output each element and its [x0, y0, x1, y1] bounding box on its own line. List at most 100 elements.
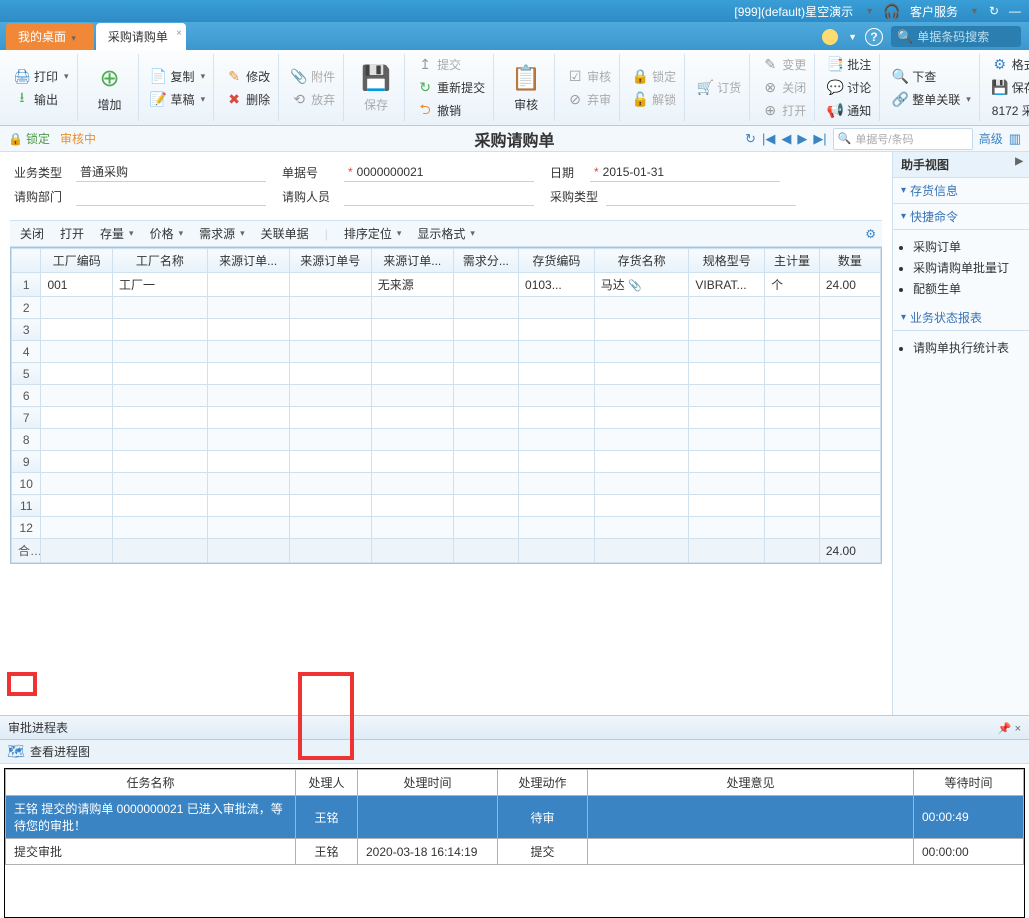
table-cell[interactable]: [207, 363, 289, 385]
rownum-cell[interactable]: 5: [12, 363, 41, 385]
table-cell[interactable]: [453, 363, 518, 385]
table-cell[interactable]: [289, 273, 371, 297]
table-row[interactable]: 8: [12, 429, 881, 451]
minimize-icon[interactable]: —: [1009, 4, 1021, 18]
rownum-cell[interactable]: 7: [12, 407, 41, 429]
col-src-order-no[interactable]: 来源订单号: [289, 249, 371, 273]
table-cell[interactable]: [371, 363, 453, 385]
table-row[interactable]: 11: [12, 495, 881, 517]
table-cell[interactable]: [207, 429, 289, 451]
table-cell[interactable]: [819, 297, 880, 319]
table-cell[interactable]: [207, 319, 289, 341]
table-row[interactable]: 6: [12, 385, 881, 407]
customer-service-link[interactable]: 客户服务: [910, 3, 958, 20]
table-cell[interactable]: [453, 297, 518, 319]
table-cell[interactable]: [453, 319, 518, 341]
table-cell[interactable]: [289, 407, 371, 429]
col-demand[interactable]: 需求分...: [453, 249, 518, 273]
table-cell[interactable]: [689, 297, 765, 319]
table-row[interactable]: 2: [12, 297, 881, 319]
table-cell[interactable]: [371, 517, 453, 539]
appr-col-person[interactable]: 处理人: [296, 770, 358, 796]
table-cell[interactable]: [453, 429, 518, 451]
table-cell[interactable]: 工厂一: [112, 273, 207, 297]
appr-col-time[interactable]: 处理时间: [358, 770, 498, 796]
rownum-cell[interactable]: 4: [12, 341, 41, 363]
table-cell[interactable]: [594, 407, 689, 429]
col-factory-code[interactable]: 工厂编码: [41, 249, 113, 273]
table-cell[interactable]: [453, 473, 518, 495]
print-button[interactable]: 🖨打印▾: [10, 66, 73, 87]
table-cell[interactable]: [819, 495, 880, 517]
table-cell[interactable]: [207, 273, 289, 297]
doc-no-value[interactable]: *0000000021: [344, 162, 534, 182]
table-cell[interactable]: [519, 517, 595, 539]
table-cell[interactable]: [289, 341, 371, 363]
last-icon[interactable]: ▶|: [813, 131, 826, 147]
table-cell[interactable]: [594, 451, 689, 473]
approve-list-button[interactable]: ☑审核: [563, 66, 615, 87]
discard-button[interactable]: ⟲放弃: [287, 89, 339, 110]
table-cell[interactable]: [819, 319, 880, 341]
table-cell[interactable]: [689, 517, 765, 539]
table-cell[interactable]: [519, 363, 595, 385]
format-name-select[interactable]: 8172 采购请购单▾: [988, 100, 1029, 121]
appr-col-task[interactable]: 任务名称: [6, 770, 296, 796]
table-cell[interactable]: [112, 407, 207, 429]
rownum-cell[interactable]: 1: [12, 273, 41, 297]
tb-sort[interactable]: 排序定位▾: [344, 225, 402, 242]
table-row[interactable]: 7: [12, 407, 881, 429]
table-cell[interactable]: [594, 495, 689, 517]
approve-button[interactable]: 📋 审核: [502, 58, 550, 117]
quick-item[interactable]: 采购订单: [913, 238, 1021, 255]
col-factory-name[interactable]: 工厂名称: [112, 249, 207, 273]
change-button[interactable]: ✎变更: [758, 54, 810, 75]
table-cell[interactable]: [371, 473, 453, 495]
delete-button[interactable]: ✖删除: [222, 89, 274, 110]
link-down-button[interactable]: 🔍下查: [888, 66, 975, 87]
date-value[interactable]: *2015-01-31: [590, 162, 780, 182]
submit-button[interactable]: ↥提交: [413, 54, 489, 75]
table-cell[interactable]: [594, 341, 689, 363]
rownum-cell[interactable]: 11: [12, 495, 41, 517]
assist-sec-status[interactable]: ▾业务状态报表: [893, 305, 1029, 331]
modify-button[interactable]: ✎修改: [222, 66, 274, 87]
col-src-order-type[interactable]: 来源订单...: [207, 249, 289, 273]
col-inv-code[interactable]: 存货编码: [519, 249, 595, 273]
table-cell[interactable]: [453, 273, 518, 297]
table-cell[interactable]: 个: [765, 273, 820, 297]
table-cell[interactable]: [41, 451, 113, 473]
table-cell[interactable]: [519, 451, 595, 473]
table-cell[interactable]: [371, 319, 453, 341]
table-cell[interactable]: [289, 451, 371, 473]
table-cell[interactable]: [453, 517, 518, 539]
table-cell[interactable]: [689, 473, 765, 495]
table-cell[interactable]: [371, 429, 453, 451]
table-cell[interactable]: [765, 385, 820, 407]
tb-related[interactable]: 关联单据: [261, 225, 309, 242]
table-cell[interactable]: [594, 473, 689, 495]
rownum-cell[interactable]: 12: [12, 517, 41, 539]
copy-button[interactable]: 📄复制▾: [147, 66, 210, 87]
table-cell[interactable]: [289, 495, 371, 517]
refresh-icon[interactable]: ↻: [989, 4, 999, 18]
table-cell[interactable]: [519, 341, 595, 363]
table-row[interactable]: 4: [12, 341, 881, 363]
table-cell[interactable]: [289, 473, 371, 495]
appr-col-wait[interactable]: 等待时间: [914, 770, 1024, 796]
appr-col-action[interactable]: 处理动作: [498, 770, 588, 796]
advanced-link[interactable]: 高级: [979, 130, 1003, 147]
unlock-button[interactable]: 🔓解锁: [628, 89, 680, 110]
table-cell[interactable]: [207, 385, 289, 407]
table-cell[interactable]: [289, 517, 371, 539]
table-cell[interactable]: [765, 495, 820, 517]
status-item[interactable]: 请购单执行统计表: [913, 339, 1021, 356]
table-cell[interactable]: [371, 385, 453, 407]
lock-button[interactable]: 🔒锁定: [628, 66, 680, 87]
table-cell[interactable]: [289, 363, 371, 385]
table-cell[interactable]: [41, 341, 113, 363]
resubmit-button[interactable]: ↻重新提交: [413, 77, 489, 98]
table-cell[interactable]: [765, 473, 820, 495]
table-cell[interactable]: 24.00: [819, 273, 880, 297]
table-row[interactable]: 12: [12, 517, 881, 539]
